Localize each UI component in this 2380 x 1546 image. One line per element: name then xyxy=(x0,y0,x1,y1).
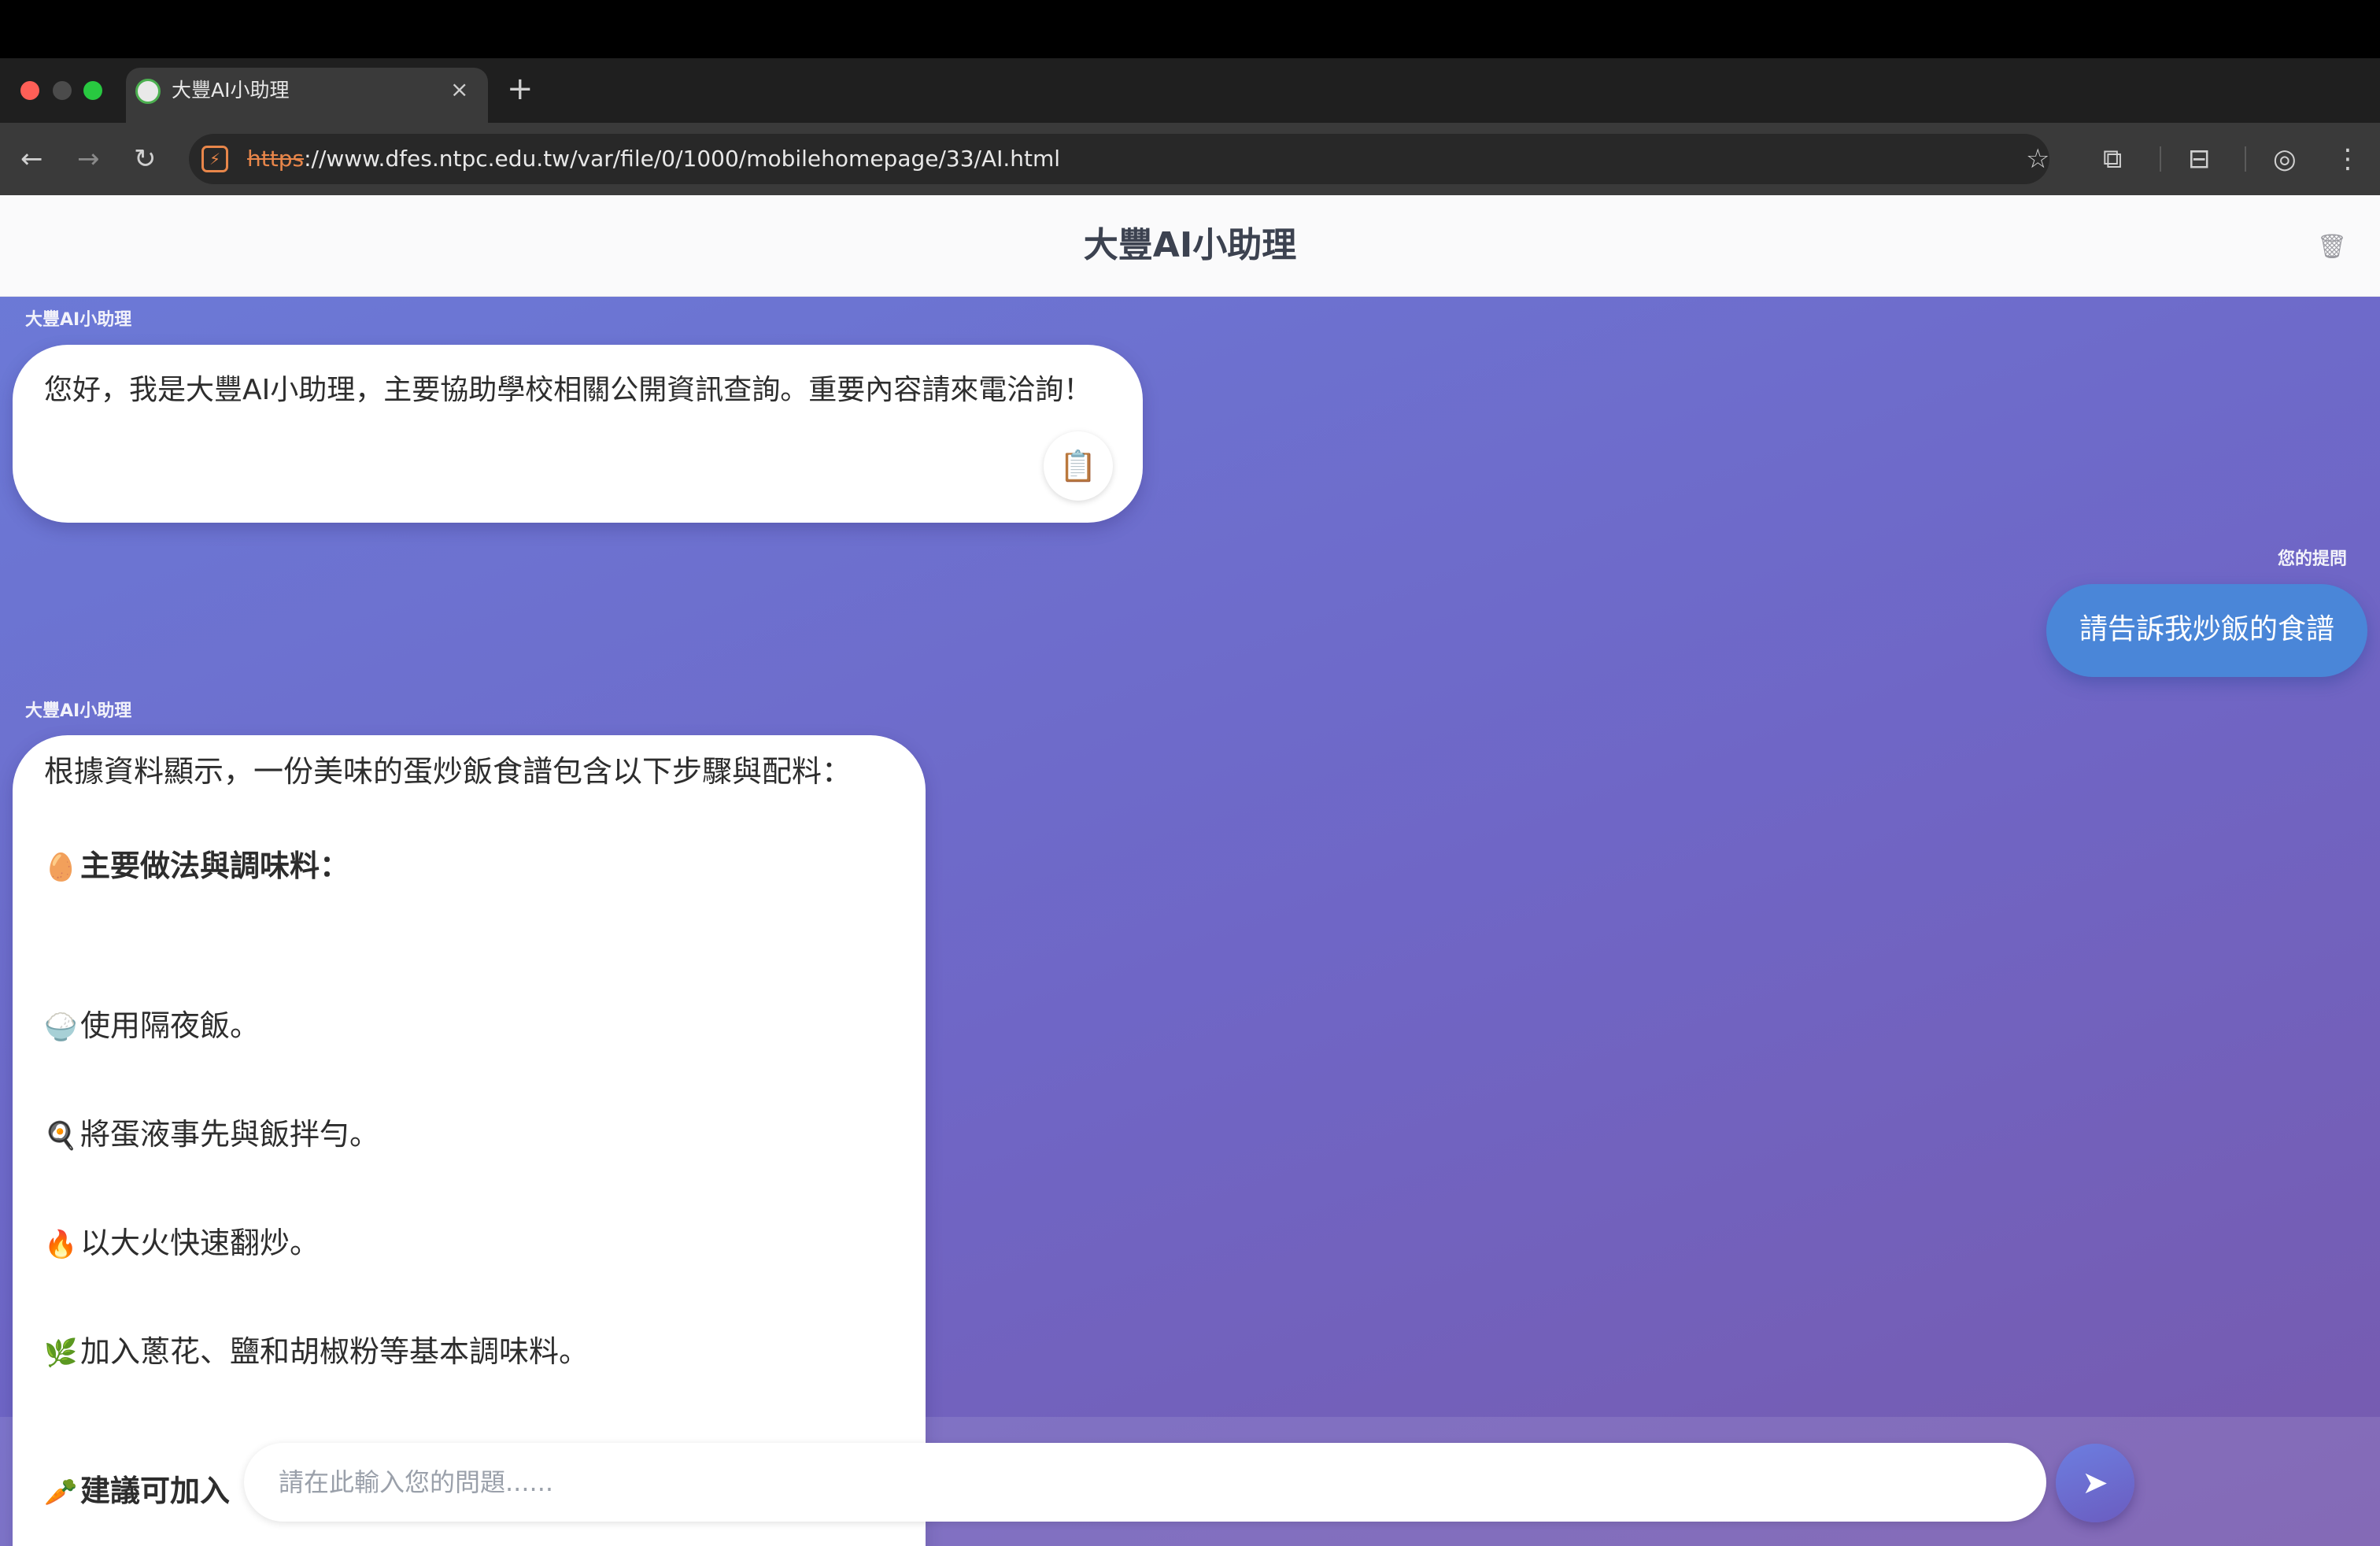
fire-icon: 🔥 xyxy=(44,1229,78,1260)
question-input[interactable] xyxy=(244,1443,2046,1522)
recipe-step-line: 🍚使用隔夜飯。 xyxy=(44,1004,260,1049)
reload-icon[interactable]: ↻ xyxy=(134,142,157,176)
url-text[interactable]: https://www.dfes.ntpc.edu.tw/var/file/0/… xyxy=(247,145,1060,173)
recipe-line-text: 根據資料顯示，一份美味的蛋炒飯食譜包含以下步驟與配料： xyxy=(44,754,852,789)
media-controls-icon[interactable]: ⊟ xyxy=(2188,142,2211,176)
url-path: ://www.dfes.ntpc.edu.tw/var/file/0/1000/… xyxy=(304,146,1061,172)
top-black-band xyxy=(0,0,2380,58)
recipe-line-text: 使用隔夜飯。 xyxy=(80,1008,261,1043)
school-logo-icon xyxy=(135,79,161,104)
recipe-line-text: 主要做法與調味料： xyxy=(80,849,350,883)
assistant-sender-label: 大豐AI小助理 xyxy=(25,701,132,721)
url-scheme: https xyxy=(247,146,305,172)
egg-icon: 🥚 xyxy=(44,852,78,883)
chat-page: 大豐AI小助理 🗑 大豐AI小助理 您好，我是大豐AI小助理，主要協助學校相關公… xyxy=(0,195,2380,1546)
browser-menu-icon[interactable]: ⋮ xyxy=(2334,142,2361,176)
recipe-line-text: 加入蔥花、鹽和胡椒粉等基本調味料。 xyxy=(80,1334,589,1369)
carrot-icon: 🥕 xyxy=(44,1477,78,1508)
recipe-line-text: 將蛋液事先與飯拌勻。 xyxy=(80,1117,380,1152)
minimize-window-button[interactable] xyxy=(53,81,72,100)
tab-close-icon[interactable]: × xyxy=(450,76,468,104)
back-arrow-icon[interactable]: ← xyxy=(20,142,43,176)
recipe-line-text: 建議可加入 xyxy=(80,1474,231,1508)
assistant-message-text: 您好，我是大豐AI小助理，主要協助學校相關公開資訊查詢。重要內容請來電洽詢！ xyxy=(44,374,1092,406)
user-sender-label: 您的提問 xyxy=(2278,549,2348,569)
rice-bowl-icon: 🍚 xyxy=(44,1012,78,1043)
toolbar-divider xyxy=(2245,146,2246,172)
site-info-icon[interactable]: ⚡ xyxy=(201,146,228,172)
close-window-button[interactable] xyxy=(20,81,39,100)
trash-icon[interactable]: 🗑 xyxy=(2317,233,2347,261)
recipe-step-line: 🌿加入蔥花、鹽和胡椒粉等基本調味料。 xyxy=(44,1330,589,1375)
recipe-intro-line: 根據資料顯示，一份美味的蛋炒飯食譜包含以下步驟與配料： xyxy=(44,749,852,793)
maximize-window-button[interactable] xyxy=(83,81,102,100)
clipboard-copy-icon[interactable]: 📋 xyxy=(1044,431,1113,501)
assistant-sender-label: 大豐AI小助理 xyxy=(25,310,132,330)
recipe-heading-line: 🥚主要做法與調味料： xyxy=(44,844,349,890)
page-title: 大豐AI小助理 xyxy=(1083,225,1297,265)
recipe-step-line: 🍳將蛋液事先與飯拌勻。 xyxy=(44,1112,379,1158)
recipe-step-line: 🔥以大火快速翻炒。 xyxy=(44,1221,320,1267)
toolbar-divider xyxy=(2160,146,2161,172)
bookmark-star-icon[interactable]: ☆ xyxy=(2026,142,2049,176)
herb-icon: 🌿 xyxy=(44,1337,78,1369)
frying-pan-icon: 🍳 xyxy=(44,1120,78,1152)
profile-icon[interactable]: ◎ xyxy=(2273,142,2297,176)
send-arrow-icon[interactable]: ➤ xyxy=(2056,1444,2134,1522)
tab-title: 大豐AI小助理 xyxy=(172,79,290,102)
new-tab-button[interactable]: + xyxy=(507,71,534,107)
user-message-text: 請告訴我炒飯的食譜 xyxy=(2079,613,2334,645)
extensions-puzzle-icon[interactable]: ⧉ xyxy=(2103,142,2122,176)
recipe-heading-line: 🥕建議可加入 xyxy=(44,1469,230,1515)
forward-arrow-icon[interactable]: → xyxy=(77,142,100,176)
app-header: 大豐AI小助理 🗑 xyxy=(0,195,2380,297)
recipe-line-text: 以大火快速翻炒。 xyxy=(80,1226,320,1260)
